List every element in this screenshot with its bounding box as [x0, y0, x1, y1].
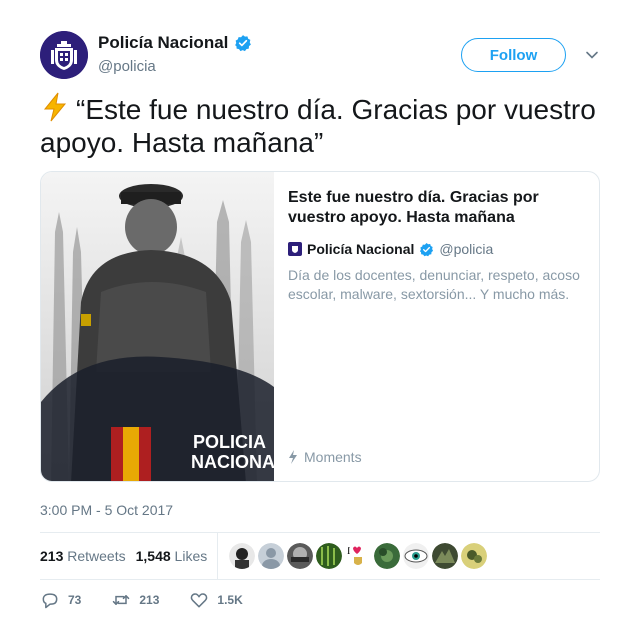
moments-label: Moments — [288, 449, 362, 465]
police-crest-icon — [288, 242, 302, 256]
retweets-label: Retweets — [67, 548, 126, 564]
reply-action[interactable]: 73 — [40, 590, 81, 610]
police-officer-image: POLICIA NACIONA — [41, 172, 274, 481]
tweet-actions: 73 213 1.5K — [40, 590, 273, 610]
heart-icon[interactable] — [189, 590, 209, 610]
likes-label: Likes — [174, 548, 208, 564]
like-action[interactable]: 1.5K — [189, 590, 243, 610]
tweet-text-content: “Este fue nuestro día. Gracias por vuest… — [40, 94, 596, 158]
retweets-stat[interactable]: 213 Retweets — [40, 548, 126, 564]
liker-avatar[interactable] — [287, 543, 313, 569]
tweet-text: “Este fue nuestro día. Gracias por vuest… — [40, 92, 610, 159]
retweets-count: 213 — [40, 548, 64, 564]
liker-avatar[interactable] — [229, 543, 255, 569]
svg-text:I: I — [347, 546, 350, 557]
card-image-text-1: POLICIA — [193, 432, 266, 452]
card-author: Policía Nacional @policia — [288, 241, 585, 257]
likes-stat[interactable]: 1,548 Likes — [136, 548, 208, 564]
liker-avatar[interactable] — [258, 543, 284, 569]
card-image[interactable]: POLICIA NACIONA — [41, 172, 274, 481]
card-author-handle: @policia — [439, 241, 494, 257]
retweet-action[interactable]: 213 — [111, 590, 159, 610]
tweet-timestamp[interactable]: 3:00 PM - 5 Oct 2017 — [40, 502, 173, 518]
card-image-text-2: NACIONA — [191, 452, 274, 472]
moments-text: Moments — [304, 449, 362, 465]
lightning-bolt-icon — [43, 92, 67, 122]
police-crest-icon — [40, 31, 88, 79]
user-handle[interactable]: @policia — [98, 58, 156, 75]
card-author-name: Policía Nacional — [307, 241, 415, 257]
liker-avatar[interactable] — [403, 543, 429, 569]
liker-avatar[interactable]: I — [345, 543, 371, 569]
liker-avatar[interactable] — [374, 543, 400, 569]
retweet-count: 213 — [139, 593, 160, 607]
avatar[interactable] — [40, 31, 88, 79]
card-title[interactable]: Este fue nuestro día. Gracias por vuestr… — [288, 188, 558, 228]
liker-avatar[interactable] — [461, 543, 487, 569]
card-body[interactable]: Este fue nuestro día. Gracias por vuestr… — [274, 172, 599, 481]
card-description: Día de los docentes, denunciar, respeto,… — [288, 267, 580, 302]
likes-count: 1,548 — [135, 548, 171, 564]
reply-icon[interactable] — [40, 590, 60, 610]
verified-badge-icon — [235, 35, 252, 52]
divider — [40, 579, 600, 580]
liker-avatar[interactable] — [432, 543, 458, 569]
follow-button[interactable]: Follow — [461, 38, 566, 72]
tweet-stats: 213 Retweets 1,548 Likes I — [40, 533, 600, 579]
reply-count: 73 — [68, 593, 82, 607]
moment-card[interactable]: POLICIA NACIONA Este fue nuestro día. Gr… — [40, 171, 600, 482]
moments-lightning-icon — [289, 450, 297, 464]
verified-badge-icon — [420, 242, 434, 256]
like-count: 1.5K — [217, 593, 243, 607]
liker-avatars: I — [229, 543, 487, 569]
display-name[interactable]: Policía Nacional — [98, 33, 228, 53]
stats-separator — [217, 533, 218, 579]
liker-avatar[interactable] — [316, 543, 342, 569]
tweet: Policía Nacional @policia Follow “Este f… — [0, 0, 640, 641]
name-row[interactable]: Policía Nacional — [98, 33, 252, 53]
retweet-icon[interactable] — [111, 590, 131, 610]
chevron-down-icon[interactable] — [584, 47, 600, 63]
